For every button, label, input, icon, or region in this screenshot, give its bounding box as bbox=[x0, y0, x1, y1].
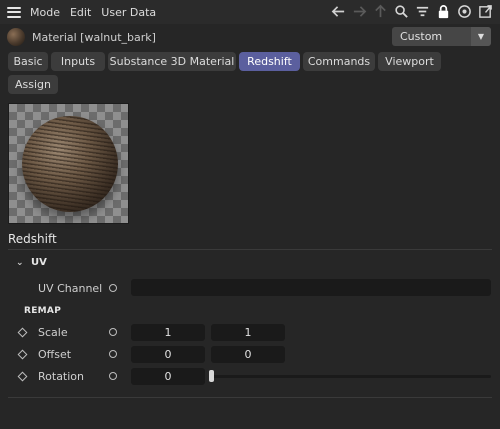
menu-item-user-data[interactable]: User Data bbox=[101, 6, 156, 19]
arrow-left-icon[interactable] bbox=[330, 3, 347, 20]
scale-label: Scale bbox=[38, 326, 68, 339]
scale-y-field[interactable]: 1 bbox=[211, 324, 285, 341]
arrow-up-icon[interactable] bbox=[372, 3, 389, 20]
rotation-slider-handle[interactable] bbox=[209, 370, 214, 382]
offset-y-field[interactable]: 0 bbox=[211, 346, 285, 363]
uv-channel-label: UV Channel bbox=[38, 282, 103, 295]
tab-substance[interactable]: Substance 3D Material bbox=[108, 52, 236, 71]
keyframe-diamond-icon[interactable] bbox=[17, 371, 28, 382]
divider bbox=[8, 397, 492, 398]
rotation-field[interactable]: 0 bbox=[131, 368, 205, 385]
animate-circle-icon[interactable] bbox=[109, 328, 117, 336]
hamburger-menu-icon[interactable] bbox=[7, 6, 21, 18]
material-preview[interactable] bbox=[8, 103, 129, 224]
material-header: Material [walnut_bark] Custom ▼ bbox=[0, 26, 500, 48]
offset-label: Offset bbox=[38, 348, 72, 361]
layout-dropdown[interactable]: Custom ▼ bbox=[392, 27, 491, 46]
preview-sphere bbox=[22, 116, 118, 212]
tab-redshift[interactable]: Redshift bbox=[239, 52, 300, 71]
scale-x-field[interactable]: 1 bbox=[131, 324, 205, 341]
material-title: Material [walnut_bark] bbox=[32, 30, 156, 44]
new-window-icon[interactable] bbox=[477, 3, 494, 20]
animate-circle-icon[interactable] bbox=[109, 284, 117, 292]
tab-commands[interactable]: Commands bbox=[303, 52, 375, 71]
filter-icon[interactable] bbox=[414, 3, 431, 20]
toolbar-icons bbox=[330, 3, 494, 20]
animate-circle-icon[interactable] bbox=[109, 372, 117, 380]
animate-circle-icon[interactable] bbox=[109, 350, 117, 358]
uv-header-label: UV bbox=[31, 257, 47, 268]
menu-item-edit[interactable]: Edit bbox=[70, 6, 91, 19]
layout-dropdown-value: Custom bbox=[400, 30, 443, 43]
tab-viewport[interactable]: Viewport bbox=[378, 52, 441, 71]
tab-basic[interactable]: Basic bbox=[8, 52, 48, 71]
arrow-right-icon[interactable] bbox=[351, 3, 368, 20]
tab-assign[interactable]: Assign bbox=[8, 75, 58, 94]
divider bbox=[8, 249, 492, 250]
chevron-down-icon[interactable]: ▼ bbox=[471, 27, 491, 46]
tab-inputs[interactable]: Inputs bbox=[51, 52, 105, 71]
keyframe-diamond-icon[interactable] bbox=[17, 349, 28, 360]
rotation-label: Rotation bbox=[38, 370, 85, 383]
remap-header: REMAP bbox=[24, 306, 62, 316]
lock-icon[interactable] bbox=[435, 3, 452, 20]
material-thumbnail-icon bbox=[7, 28, 25, 46]
chevron-down-icon[interactable]: ⌄ bbox=[16, 258, 26, 268]
menu-item-mode[interactable]: Mode bbox=[30, 6, 60, 19]
target-icon[interactable] bbox=[456, 3, 473, 20]
offset-x-field[interactable]: 0 bbox=[131, 346, 205, 363]
search-icon[interactable] bbox=[393, 3, 410, 20]
section-title: Redshift bbox=[8, 232, 57, 246]
uv-group-header[interactable]: ⌄ UV bbox=[16, 257, 47, 268]
rotation-slider-track[interactable] bbox=[211, 375, 491, 378]
keyframe-diamond-icon[interactable] bbox=[17, 327, 28, 338]
uv-channel-field[interactable] bbox=[131, 279, 491, 296]
menu-bar: Mode Edit User Data bbox=[0, 0, 500, 24]
